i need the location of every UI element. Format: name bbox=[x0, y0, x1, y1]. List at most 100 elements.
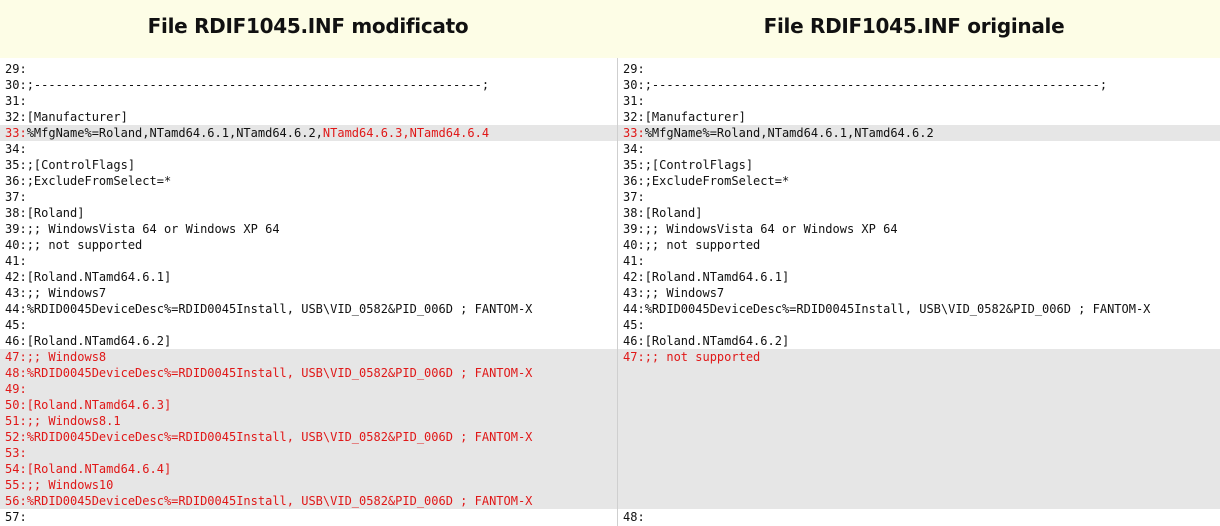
line-text: ;; Windows8.1 bbox=[26, 414, 121, 428]
code-line: 44:%RDID0045DeviceDesc%=RDID0045Install,… bbox=[618, 301, 1220, 317]
line-number: 30: bbox=[623, 78, 645, 92]
line-text: %MfgName%=Roland,NTamd64.6.1,NTamd64.6.2 bbox=[644, 126, 934, 140]
line-number: 43: bbox=[623, 286, 645, 300]
line-text: ;; Windows7 bbox=[26, 286, 107, 300]
line-number: 55: bbox=[5, 478, 27, 492]
code-line: 30:;------------------------------------… bbox=[618, 77, 1220, 93]
code-line: 54:[Roland.NTamd64.6.4] bbox=[0, 461, 617, 477]
line-number: 35: bbox=[623, 158, 645, 172]
line-number: 37: bbox=[5, 190, 27, 204]
diff-header: File RDIF1045.INF modificato File RDIF10… bbox=[0, 0, 1220, 58]
line-text: ;---------------------------------------… bbox=[26, 78, 490, 92]
line-number: 38: bbox=[5, 206, 27, 220]
code-line: 36:;ExcludeFromSelect=* bbox=[618, 173, 1220, 189]
line-number: 39: bbox=[5, 222, 27, 236]
code-line bbox=[618, 397, 1220, 413]
line-number: 44: bbox=[623, 302, 645, 316]
line-number: 34: bbox=[5, 142, 27, 156]
line-number: 34: bbox=[623, 142, 645, 156]
left-diff-pane[interactable]: 29: 30:;---------------------------------… bbox=[0, 58, 617, 526]
code-line bbox=[618, 381, 1220, 397]
left-file-title: File RDIF1045.INF modificato bbox=[147, 14, 469, 38]
line-number: 45: bbox=[623, 318, 645, 332]
code-line bbox=[618, 413, 1220, 429]
code-line: 40:;; not supported bbox=[618, 237, 1220, 253]
code-line: 56:%RDID0045DeviceDesc%=RDID0045Install,… bbox=[0, 493, 617, 509]
line-number: 48: bbox=[5, 366, 27, 380]
code-line: 50:[Roland.NTamd64.6.3] bbox=[0, 397, 617, 413]
line-number: 29: bbox=[5, 62, 27, 76]
code-line: 47:;; Windows8 bbox=[0, 349, 617, 365]
line-number: 50: bbox=[5, 398, 27, 412]
line-number: 36: bbox=[5, 174, 27, 188]
code-line: 32:[Manufacturer] bbox=[0, 109, 617, 125]
code-line: 53: bbox=[0, 445, 617, 461]
code-line: 49: bbox=[0, 381, 617, 397]
code-line: 38:[Roland] bbox=[618, 205, 1220, 221]
code-line: 41: bbox=[0, 253, 617, 269]
code-line: 35:;[ControlFlags] bbox=[618, 157, 1220, 173]
code-line: 52:%RDID0045DeviceDesc%=RDID0045Install,… bbox=[0, 429, 617, 445]
code-line: 36:;ExcludeFromSelect=* bbox=[0, 173, 617, 189]
line-number: 41: bbox=[5, 254, 27, 268]
line-number: 46: bbox=[5, 334, 27, 348]
code-line: 40:;; not supported bbox=[0, 237, 617, 253]
line-text: ;[ControlFlags] bbox=[26, 158, 136, 172]
code-line: 32:[Manufacturer] bbox=[618, 109, 1220, 125]
line-number: 45: bbox=[5, 318, 27, 332]
code-line bbox=[618, 365, 1220, 381]
line-text: ;; not supported bbox=[644, 350, 761, 364]
line-number: 41: bbox=[623, 254, 645, 268]
line-number: 32: bbox=[5, 110, 27, 124]
code-line: 48: bbox=[618, 509, 1220, 525]
line-number: 33: bbox=[5, 126, 27, 140]
line-number: 40: bbox=[5, 238, 27, 252]
line-number: 40: bbox=[623, 238, 645, 252]
code-line: 33:%MfgName%=Roland,NTamd64.6.1,NTamd64.… bbox=[0, 125, 617, 141]
code-line: 29: bbox=[618, 61, 1220, 77]
code-line: 55:;; Windows10 bbox=[0, 477, 617, 493]
line-text: [Roland.NTamd64.6.2] bbox=[26, 334, 172, 348]
code-line: 39:;; WindowsVista 64 or Windows XP 64 bbox=[0, 221, 617, 237]
line-text: ;ExcludeFromSelect=* bbox=[644, 174, 790, 188]
right-diff-pane[interactable]: 29: 30:;---------------------------------… bbox=[618, 58, 1220, 526]
line-number: 51: bbox=[5, 414, 27, 428]
line-text: ;ExcludeFromSelect=* bbox=[26, 174, 172, 188]
line-text: [Roland.NTamd64.6.3] bbox=[26, 398, 172, 412]
line-number: 31: bbox=[5, 94, 27, 108]
code-line: 29: bbox=[0, 61, 617, 77]
line-text: ;[ControlFlags] bbox=[644, 158, 754, 172]
line-number: 49: bbox=[5, 382, 27, 396]
line-text: ;; WindowsVista 64 or Windows XP 64 bbox=[26, 222, 280, 236]
line-text: ;; Windows10 bbox=[26, 478, 114, 492]
line-number: 29: bbox=[623, 62, 645, 76]
line-text: [Manufacturer] bbox=[644, 110, 746, 124]
line-text: [Roland.NTamd64.6.1] bbox=[644, 270, 790, 284]
line-text: [Roland.NTamd64.6.2] bbox=[644, 334, 790, 348]
line-text: ;; WindowsVista 64 or Windows XP 64 bbox=[644, 222, 898, 236]
line-text: [Roland.NTamd64.6.4] bbox=[26, 462, 172, 476]
code-line: 37: bbox=[0, 189, 617, 205]
code-line: 34: bbox=[0, 141, 617, 157]
line-number: 43: bbox=[5, 286, 27, 300]
code-line: 45: bbox=[618, 317, 1220, 333]
line-number: 36: bbox=[623, 174, 645, 188]
code-line: 46:[Roland.NTamd64.6.2] bbox=[0, 333, 617, 349]
line-number: 30: bbox=[5, 78, 27, 92]
line-text: ;; not supported bbox=[644, 238, 761, 252]
code-line: 42:[Roland.NTamd64.6.1] bbox=[0, 269, 617, 285]
code-line: 46:[Roland.NTamd64.6.2] bbox=[618, 333, 1220, 349]
code-line: 31: bbox=[0, 93, 617, 109]
line-text: [Roland] bbox=[644, 206, 703, 220]
code-line: 31: bbox=[618, 93, 1220, 109]
line-text: ;; not supported bbox=[26, 238, 143, 252]
code-line: 39:;; WindowsVista 64 or Windows XP 64 bbox=[618, 221, 1220, 237]
line-text: ;; Windows7 bbox=[644, 286, 725, 300]
line-number: 56: bbox=[5, 494, 27, 508]
line-text: ;---------------------------------------… bbox=[644, 78, 1108, 92]
line-text: ;; Windows8 bbox=[26, 350, 107, 364]
line-number: 38: bbox=[623, 206, 645, 220]
code-line bbox=[618, 461, 1220, 477]
line-number: 42: bbox=[5, 270, 27, 284]
line-number: 57: bbox=[5, 510, 27, 524]
